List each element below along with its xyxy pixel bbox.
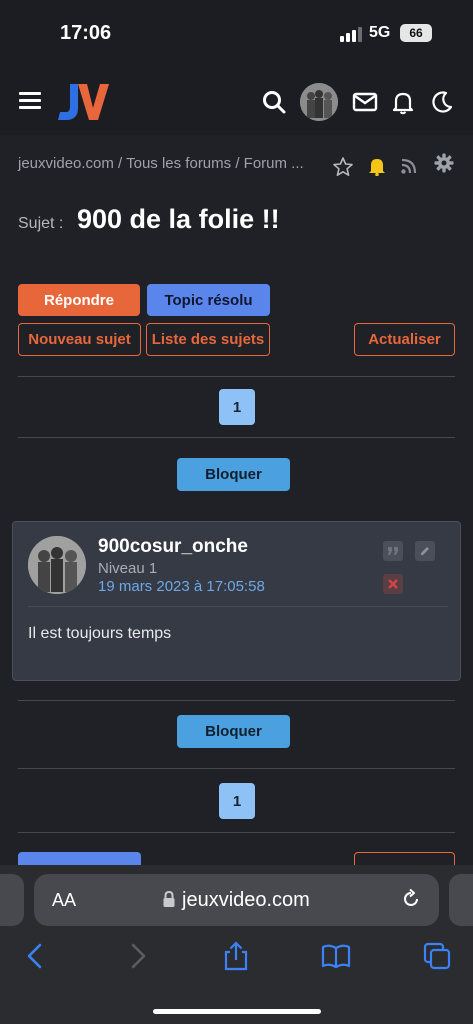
post-author-avatar[interactable]: [28, 536, 86, 594]
topic-resolved-button-bottom[interactable]: [18, 852, 141, 866]
delete-close-icon[interactable]: [383, 574, 403, 594]
bell-icon[interactable]: [390, 89, 416, 115]
battery-icon: 66: [400, 24, 432, 42]
post-message: Il est toujours temps: [28, 625, 172, 642]
signal-icon: [340, 27, 362, 42]
quote-icon[interactable]: [383, 541, 403, 561]
bookmarks-book-icon[interactable]: [321, 941, 351, 971]
divider: [18, 376, 455, 377]
user-avatar[interactable]: [300, 83, 338, 121]
status-bar: 17:06 5G 66: [0, 0, 473, 70]
refresh-button-bottom[interactable]: [354, 852, 455, 866]
battery-level: 66: [409, 26, 423, 40]
reply-button[interactable]: Répondre: [18, 284, 140, 316]
refresh-button[interactable]: Actualiser: [354, 323, 455, 356]
subject-label: Sujet :: [18, 215, 64, 232]
rss-icon[interactable]: [400, 157, 418, 175]
topic-resolved-button[interactable]: Topic résolu: [147, 284, 270, 316]
network-label: 5G: [369, 24, 391, 41]
block-button-bottom[interactable]: Bloquer: [177, 715, 290, 748]
topic-title: 900 de la folie !!: [77, 204, 280, 234]
avatar-image-icon: [28, 536, 86, 594]
share-icon[interactable]: [221, 941, 251, 971]
app-header: [0, 70, 473, 135]
avatar-image-icon: [300, 83, 338, 121]
browser-toolbar: AA jeuxvideo.com: [0, 865, 473, 1024]
forward-arrow-icon[interactable]: [122, 941, 152, 971]
topic-list-button[interactable]: Liste des sujets: [146, 323, 270, 356]
post-date-link[interactable]: 19 mars 2023 à 17:05:58: [98, 578, 265, 595]
pagination-page-1[interactable]: 1: [219, 389, 255, 425]
post-author[interactable]: 900cosur_onche: [98, 536, 248, 558]
lock-icon: [163, 890, 175, 907]
text-size-button[interactable]: AA: [52, 890, 76, 911]
edit-pencil-icon[interactable]: [415, 541, 435, 561]
address-bar[interactable]: AA jeuxvideo.com: [34, 874, 439, 926]
home-indicator: [153, 1009, 321, 1014]
search-icon[interactable]: [261, 89, 287, 115]
status-time: 17:06: [60, 22, 112, 44]
block-button[interactable]: Bloquer: [177, 458, 290, 491]
previous-tab-pill[interactable]: [0, 874, 24, 926]
post-separator: [28, 606, 448, 607]
post-card: 900cosur_onche Niveau 1 19 mars 2023 à 1…: [12, 521, 461, 681]
tabs-icon[interactable]: [422, 941, 452, 971]
reload-icon[interactable]: [400, 888, 422, 910]
dark-mode-moon-icon[interactable]: [429, 89, 455, 115]
jv-logo[interactable]: [56, 80, 110, 124]
breadcrumb[interactable]: jeuxvideo.com / Tous les forums / Forum …: [18, 155, 304, 172]
divider: [18, 768, 455, 769]
hamburger-menu-icon[interactable]: [19, 92, 41, 110]
back-arrow-icon[interactable]: [21, 941, 51, 971]
divider: [18, 832, 455, 833]
url-text[interactable]: jeuxvideo.com: [182, 889, 310, 912]
post-author-level: Niveau 1: [98, 560, 158, 577]
divider: [18, 437, 455, 438]
new-topic-button[interactable]: Nouveau sujet: [18, 323, 141, 356]
pagination-page-1-bottom[interactable]: 1: [219, 783, 255, 819]
mail-icon[interactable]: [352, 89, 378, 115]
settings-gear-icon[interactable]: [434, 153, 454, 173]
divider: [18, 700, 455, 701]
next-tab-pill[interactable]: [449, 874, 473, 926]
subscribe-bell-icon[interactable]: [367, 156, 387, 176]
favorite-star-icon[interactable]: [332, 156, 354, 178]
